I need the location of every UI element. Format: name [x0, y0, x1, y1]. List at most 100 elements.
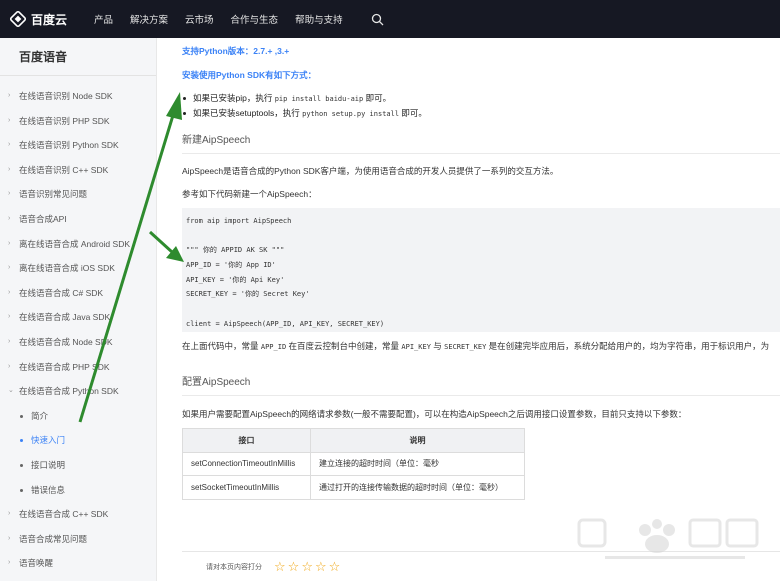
sidebar-item-label: 离在线语音合成 Android SDK: [19, 238, 130, 249]
section-config-aipspeech: 配置AipSpeech: [182, 377, 251, 388]
const-app-id: APP_ID: [260, 343, 287, 351]
sidebar-item[interactable]: › 语音唤醒: [0, 551, 156, 576]
code-block: from aip import AipSpeech """ 你的 APPID AK…: [182, 208, 780, 332]
nav-item-solutions[interactable]: 解决方案: [130, 12, 168, 26]
chevron-right-icon: ›: [8, 337, 11, 345]
table-row: setSocketTimeoutInMillis 通过打开的连接传输数据的超时时…: [182, 475, 525, 500]
sidebar-item[interactable]: 快速入门: [0, 428, 156, 453]
code-line: """ 你的 APPID AK SK """: [186, 246, 285, 255]
search-icon[interactable]: [371, 13, 384, 26]
sidebar-item-label: 语音合成API: [19, 213, 67, 224]
sidebar-item-label: 简介: [31, 410, 49, 421]
bullet-dot-icon: [20, 414, 23, 418]
bullet-dot-icon: [20, 463, 23, 467]
table-cell: 通过打开的连接传输数据的超时时间（单位：毫秒）: [310, 475, 525, 500]
explain-text: 在上面代码中，常量 APP_ID 在百度云控制台中创建，常量 API_KEY 与…: [182, 340, 769, 352]
rating-label: 请对本页内容打分: [206, 563, 262, 571]
param-table: 接口 说明 setConnectionTimeoutInMillis 建立连接的…: [182, 428, 525, 500]
logo-icon: [8, 9, 28, 29]
chevron-right-icon: ›: [8, 288, 11, 296]
logo-text: 百度云: [31, 12, 68, 27]
sidebar-item-label: 在线语音合成 Java SDK: [19, 312, 111, 323]
code-line: APP_ID = '你的 App ID': [186, 261, 276, 270]
sidebar-item-label: 语音唤醒: [19, 558, 54, 569]
sidebar-item[interactable]: › 在线语音识别 C++ SDK: [0, 158, 156, 183]
star-icon[interactable]: ☆: [301, 559, 313, 575]
divider: [182, 395, 780, 396]
star-icon[interactable]: ☆: [329, 559, 341, 575]
star-icon[interactable]: ☆: [315, 559, 327, 575]
bullet-setuptools-post: 即可。: [399, 108, 427, 118]
baidu-jingyan-watermark-icon: [577, 518, 759, 559]
intro-text: AipSpeech是语音合成的Python SDK客户端，为使用语音合成的开发人…: [182, 166, 559, 176]
bullet-dot-icon: [20, 488, 23, 492]
sidebar-item[interactable]: 简介: [0, 404, 156, 429]
sidebar-item[interactable]: › 离在线语音合成 Android SDK: [0, 232, 156, 257]
sidebar-item-label: 在线语音识别 Node SDK: [19, 91, 113, 101]
chevron-right-icon: ›: [8, 141, 11, 149]
chevron-right-icon: ›: [8, 165, 11, 173]
explain-p2: 在百度云控制台中创建，常量: [286, 341, 402, 351]
star-icon[interactable]: ☆: [274, 559, 286, 575]
chevron-right-icon: ›: [8, 190, 11, 198]
sidebar-item[interactable]: › 在线语音合成 PHP SDK: [0, 355, 156, 380]
col-header-description: 说明: [310, 428, 525, 453]
sidebar-item[interactable]: › 在线语音合成 C# SDK: [0, 281, 156, 306]
sidebar-list: › 在线语音识别 Node SDK › 在线语音识别 PHP SDK › 在线语音识别 P…: [0, 76, 156, 576]
divider: [182, 153, 780, 154]
nav-item-marketplace[interactable]: 云市场: [185, 12, 214, 26]
python-version-text: 支持Python版本：2.7.+ ,3.+: [182, 46, 290, 56]
chevron-right-icon: ›: [8, 214, 11, 222]
sidebar-item[interactable]: › 在线语音识别 Node SDK: [0, 84, 156, 109]
sidebar-item[interactable]: › 在线语音合成 C++ SDK: [0, 502, 156, 527]
code-line: client = AipSpeech(APP_ID, API_KEY, SECR…: [186, 319, 385, 328]
chevron-right-icon: ›: [8, 510, 11, 518]
code-line: from aip import AipSpeech: [186, 217, 292, 225]
sidebar-item[interactable]: 错误信息: [0, 478, 156, 503]
star-icon[interactable]: ☆: [288, 559, 300, 575]
sidebar-item-label: 在线语音合成 Python SDK: [19, 386, 119, 397]
chevron-right-icon: ›: [8, 559, 11, 567]
code-line: SECRET_KEY = '你的 Secret Key': [186, 290, 310, 299]
pip-command: pip install baidu-aip: [274, 95, 364, 103]
sidebar-item-label: 在线语音合成 PHP SDK: [19, 361, 110, 372]
sidebar-item[interactable]: › 在线语音识别 PHP SDK: [0, 109, 156, 134]
chevron-right-icon: ›: [8, 362, 11, 370]
sidebar-item-label: 接口说明: [31, 459, 66, 470]
refer-text: 参考如下代码新建一个AipSpeech：: [182, 189, 317, 199]
const-secret-key: SECRET_KEY: [444, 343, 487, 351]
sidebar-item-label: 在线语音识别 PHP SDK: [19, 115, 110, 126]
sidebar-item-label: 在线语音合成 C# SDK: [19, 287, 104, 298]
nav-item-help[interactable]: 帮助与支持: [295, 12, 343, 26]
chevron-right-icon: ›: [8, 264, 11, 272]
sidebar-item[interactable]: › 在线语音识别 Python SDK: [0, 133, 156, 158]
chevron-right-icon: ›: [8, 313, 11, 321]
bullet-pip-post: 即可。: [363, 93, 392, 103]
chevron-down-icon: ⌄: [8, 387, 14, 395]
sidebar-item[interactable]: 接口说明: [0, 453, 156, 478]
sidebar-item[interactable]: › 离在线语音合成 iOS SDK: [0, 256, 156, 281]
config-intro-text: 如果用户需要配置AipSpeech的网络请求参数(一般不需要配置)，可以在构造A…: [182, 409, 687, 419]
sidebar-item-label: 在线语音合成 Node SDK: [19, 336, 113, 347]
chevron-right-icon: ›: [8, 239, 11, 247]
chevron-right-icon: ›: [8, 92, 11, 99]
install-title: 安装使用Python SDK有如下方式：: [182, 70, 317, 80]
code-line: API_KEY = '你的 Api Key': [186, 275, 285, 284]
sidebar-item-label: 在线语音识别 C++ SDK: [19, 164, 109, 175]
nav-item-products[interactable]: 产品: [94, 12, 113, 26]
chevron-right-icon: ›: [8, 116, 11, 124]
sidebar-item[interactable]: › 语音合成API: [0, 207, 156, 232]
sidebar-title: 百度语音: [0, 38, 156, 76]
nav-item-partners[interactable]: 合作与生态: [231, 12, 279, 26]
sidebar-item[interactable]: ⌄ 在线语音合成 Python SDK: [0, 379, 156, 404]
sidebar-item-label: 在线语音合成 C++ SDK: [19, 509, 109, 520]
sidebar-item[interactable]: › 语音识别常见问题: [0, 182, 156, 207]
sidebar-item[interactable]: › 在线语音合成 Node SDK: [0, 330, 156, 355]
sidebar-item-label: 错误信息: [31, 484, 66, 495]
sidebar-item[interactable]: › 语音合成常见问题: [0, 527, 156, 552]
sidebar-item[interactable]: › 在线语音合成 Java SDK: [0, 305, 156, 330]
baidu-cloud-logo[interactable]: 百度云: [8, 9, 80, 29]
setup-command: python setup.py install: [302, 110, 400, 118]
table-header-row: 接口 说明: [182, 428, 525, 453]
